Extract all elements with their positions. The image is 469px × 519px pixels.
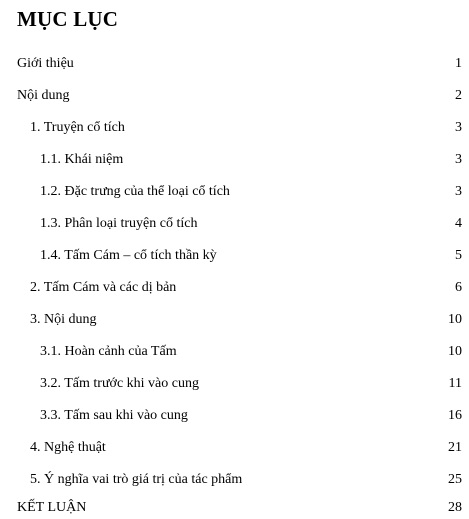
toc-entry-label: 3. Nội dung bbox=[30, 312, 97, 327]
toc-entry-page-number: 21 bbox=[448, 440, 462, 455]
toc-entry-noi-dung[interactable]: Nội dung 2 bbox=[0, 85, 469, 107]
toc-entry-truyen-co-tich[interactable]: 1. Truyện cổ tích 3 bbox=[0, 117, 469, 139]
toc-entry-label: Nội dung bbox=[17, 88, 70, 103]
toc-entry-label: 1. Truyện cổ tích bbox=[30, 120, 125, 135]
toc-list: Giới thiệu 1 Nội dung 2 1. Truyện cổ tíc… bbox=[0, 0, 469, 518]
toc-entry-di-ban[interactable]: 2. Tấm Cám và các dị bản 6 bbox=[0, 277, 469, 299]
toc-entry-page-number: 6 bbox=[455, 280, 462, 295]
toc-entry-label: 3.2. Tấm trước khi vào cung bbox=[40, 376, 199, 391]
toc-entry-khai-niem[interactable]: 1.1. Khái niệm 3 bbox=[0, 149, 469, 171]
toc-entry-label: 1.3. Phân loại truyện cổ tích bbox=[40, 216, 198, 231]
toc-entry-truoc-khi-vao-cung[interactable]: 3.2. Tấm trước khi vào cung 11 bbox=[0, 373, 469, 395]
toc-entry-page-number: 2 bbox=[455, 88, 462, 103]
toc-entry-page-number: 1 bbox=[455, 56, 462, 71]
toc-entry-page-number: 3 bbox=[455, 120, 462, 135]
toc-entry-phan-loai[interactable]: 1.3. Phân loại truyện cổ tích 4 bbox=[0, 213, 469, 235]
toc-entry-gioi-thieu[interactable]: Giới thiệu 1 bbox=[0, 53, 469, 75]
toc-entry-label: 2. Tấm Cám và các dị bản bbox=[30, 280, 177, 295]
toc-entry-sau-khi-vao-cung[interactable]: 3.3. Tấm sau khi vào cung 16 bbox=[0, 405, 469, 427]
toc-entry-page-number: 5 bbox=[455, 248, 462, 263]
toc-entry-noi-dung-3[interactable]: 3. Nội dung 10 bbox=[0, 309, 469, 331]
toc-entry-label: 5. Ý nghĩa vai trò giá trị của tác phẩm bbox=[30, 472, 243, 487]
toc-entry-page-number: 11 bbox=[448, 376, 462, 391]
toc-entry-label: 4. Nghệ thuật bbox=[30, 440, 106, 455]
toc-entry-label: Giới thiệu bbox=[17, 56, 74, 71]
toc-entry-nghe-thuat[interactable]: 4. Nghệ thuật 21 bbox=[0, 437, 469, 459]
toc-entry-tam-cam-than-ky[interactable]: 1.4. Tấm Cám – cổ tích thần kỳ 5 bbox=[0, 245, 469, 267]
toc-entry-page-number: 25 bbox=[448, 472, 462, 487]
toc-entry-label: 1.1. Khái niệm bbox=[40, 152, 124, 167]
toc-entry-ket-luan[interactable]: KẾT LUẬN 28 bbox=[0, 497, 469, 519]
toc-entry-page-number: 4 bbox=[455, 216, 462, 231]
toc-entry-label: 1.4. Tấm Cám – cổ tích thần kỳ bbox=[40, 248, 217, 263]
toc-entry-page-number: 3 bbox=[455, 152, 462, 167]
toc-entry-page-number: 3 bbox=[455, 184, 462, 199]
toc-entry-page-number: 10 bbox=[448, 312, 462, 327]
toc-entry-page-number: 28 bbox=[448, 500, 462, 515]
toc-entry-label: KẾT LUẬN bbox=[17, 500, 87, 515]
toc-entry-y-nghia[interactable]: 5. Ý nghĩa vai trò giá trị của tác phẩm … bbox=[0, 469, 469, 491]
toc-entry-hoan-canh[interactable]: 3.1. Hoàn cảnh của Tấm 10 bbox=[0, 341, 469, 363]
toc-entry-label: 3.1. Hoàn cảnh của Tấm bbox=[40, 344, 177, 359]
toc-entry-page-number: 10 bbox=[448, 344, 462, 359]
toc-entry-label: 3.3. Tấm sau khi vào cung bbox=[40, 408, 188, 423]
toc-entry-label: 1.2. Đặc trưng của thể loại cổ tích bbox=[40, 184, 230, 199]
toc-entry-page-number: 16 bbox=[448, 408, 462, 423]
toc-entry-dac-trung[interactable]: 1.2. Đặc trưng của thể loại cổ tích 3 bbox=[0, 181, 469, 203]
